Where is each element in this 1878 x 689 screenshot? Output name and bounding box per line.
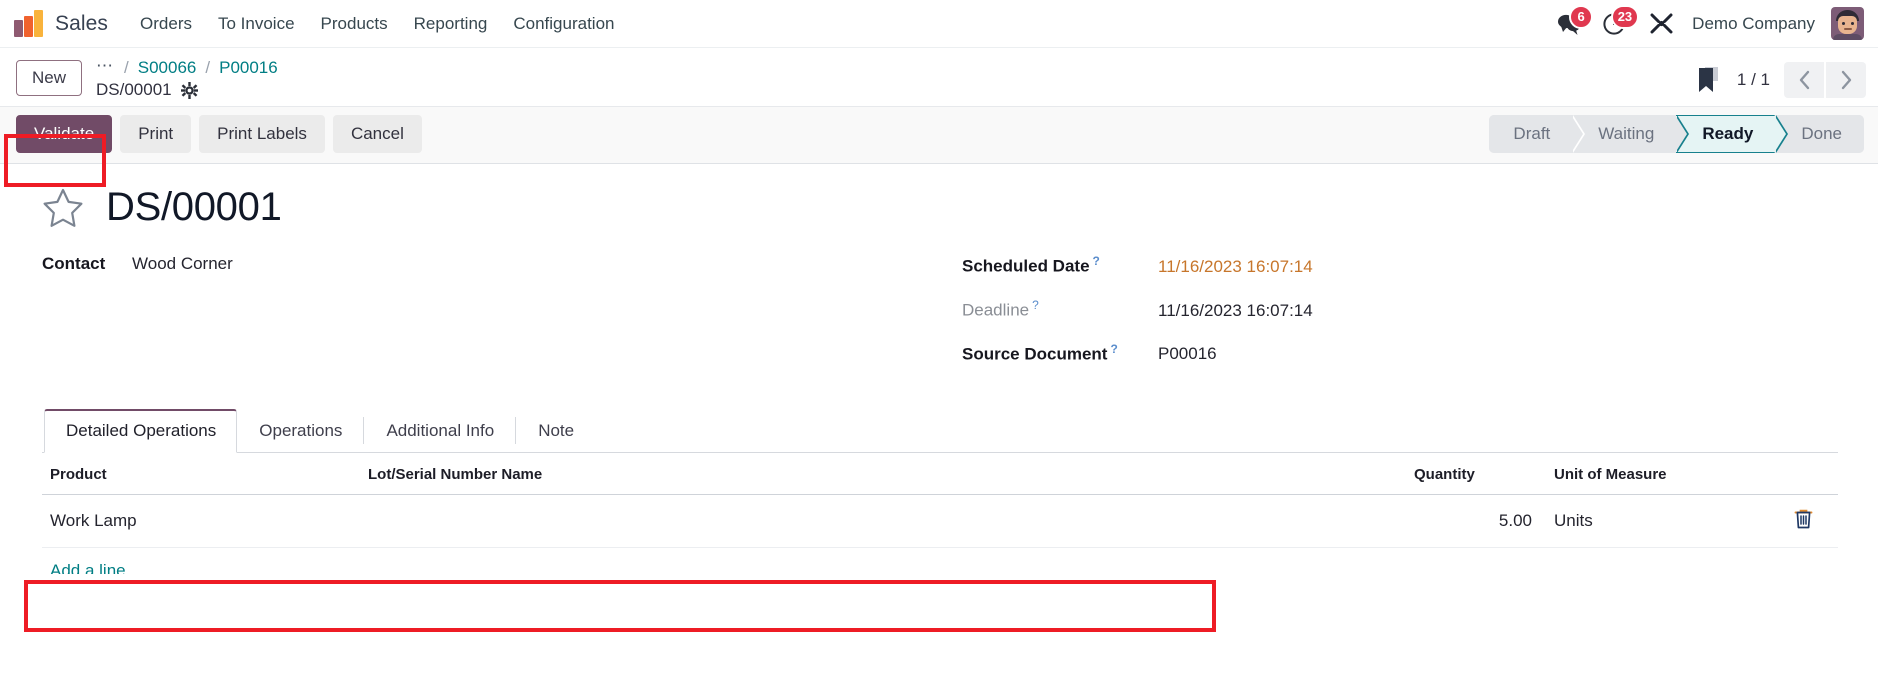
help-icon-deadline[interactable]: ? [1032,298,1039,312]
column-header-actions [1768,453,1838,496]
help-icon-scheduled-date[interactable]: ? [1093,254,1100,268]
notebook: Detailed Operations Operations Additiona… [42,409,1838,454]
nav-item-configuration[interactable]: Configuration [503,8,624,40]
detailed-operations-list: Product Lot/Serial Number Name Quantity … [0,453,1878,574]
field-source-document: Source Document? P00016 [962,342,1838,365]
field-contact-label: Contact [42,254,106,274]
annotation-box-operation-row [24,580,1216,632]
user-avatar[interactable] [1831,7,1864,40]
company-switcher[interactable]: Demo Company [1692,14,1815,34]
nav-item-products[interactable]: Products [311,8,398,40]
field-deadline: Deadline? 11/16/2023 16:07:14 [962,298,1838,321]
nav-item-to-invoice[interactable]: To Invoice [208,8,305,40]
pager-next-button[interactable] [1826,62,1866,98]
chevron-right-icon [1841,70,1851,90]
field-deadline-value[interactable]: 11/16/2023 16:07:14 [1158,301,1313,321]
tab-detailed-operations[interactable]: Detailed Operations [44,409,238,454]
chevron-left-icon [1799,70,1809,90]
status-step-done[interactable]: Done [1775,115,1864,154]
column-header-quantity[interactable]: Quantity [1408,453,1538,496]
field-contact: Contact Wood Corner [42,254,962,274]
column-header-lot-serial[interactable]: Lot/Serial Number Name [362,453,1408,496]
activities-badge-count: 23 [1610,4,1640,29]
validate-button[interactable]: Validate [16,115,113,154]
column-header-product[interactable]: Product [42,453,362,496]
pager-value[interactable]: 1 / 1 [1737,70,1770,90]
pager-buttons [1784,62,1866,98]
field-scheduled-date-label: Scheduled Date? [962,254,1100,277]
print-labels-button[interactable]: Print Labels [199,115,325,154]
field-deadline-label: Deadline? [962,298,1039,320]
new-button[interactable]: New [16,60,83,96]
breadcrumb-item-s00066[interactable]: S00066 [138,58,197,78]
field-contact-value[interactable]: Wood Corner [132,254,233,274]
help-icon-source-document[interactable]: ? [1110,342,1117,356]
nav-item-orders[interactable]: Orders [130,8,202,40]
pager-previous-button[interactable] [1784,62,1824,98]
breadcrumb-current-record: DS/00001 [96,80,172,99]
action-button-bar: Validate Print Print Labels Cancel Draft… [0,106,1878,165]
messages-button[interactable]: 6 [1554,4,1594,39]
tab-additional-info[interactable]: Additional Info [364,409,515,453]
odoo-bars-logo[interactable] [14,10,43,37]
messages-badge-count: 6 [1569,4,1594,29]
breadcrumb-overflow-icon[interactable]: ⋯ [96,57,115,74]
add-a-line-button[interactable]: Add a line [42,548,132,574]
form-column-left: Contact Wood Corner [42,254,962,385]
debug-menu-button[interactable] [1646,9,1676,39]
cancel-button[interactable]: Cancel [332,115,422,154]
page-title: DS/00001 [106,185,282,230]
tab-note[interactable]: Note [516,409,595,453]
breadcrumb: ⋯ / S00066 / P00016 DS/00001 [96,56,278,100]
field-scheduled-date-value[interactable]: 11/16/2023 16:07:14 [1158,257,1313,277]
status-step-draft[interactable]: Draft [1489,115,1586,154]
field-source-document-label: Source Document? [962,341,1118,364]
cell-delete [1768,494,1838,549]
nav-item-reporting[interactable]: Reporting [404,8,498,40]
tab-operations[interactable]: Operations [237,409,363,453]
navbar-right-tools: 6 23 Demo Company [1554,4,1866,40]
control-panel-breadcrumb: New ⋯ / S00066 / P00016 DS/00001 1 / 1 [0,48,1878,106]
form-fields: Contact Wood Corner Scheduled Date? 11/1… [42,254,1838,385]
column-header-unit-of-measure[interactable]: Unit of Measure [1538,453,1768,496]
wrench-tools-icon [1650,13,1673,34]
status-step-waiting[interactable]: Waiting [1572,115,1690,154]
field-scheduled-date: Scheduled Date? 11/16/2023 16:07:14 [962,254,1838,277]
form-sheet: DS/00001 Contact Wood Corner Scheduled D… [0,164,1878,575]
status-bar: Draft Waiting Ready Done [1489,115,1864,154]
cell-lot-serial[interactable] [362,494,1408,549]
print-button[interactable]: Print [120,115,192,154]
cell-quantity[interactable]: 5.00 [1408,494,1538,549]
top-navbar: Sales Orders To Invoice Products Reporti… [0,0,1878,48]
operations-table: Product Lot/Serial Number Name Quantity … [42,453,1838,549]
control-panel-right: 1 / 1 [1696,56,1866,98]
field-source-document-value[interactable]: P00016 [1158,344,1217,364]
app-brand-name[interactable]: Sales [55,12,108,36]
cell-unit-of-measure[interactable]: Units [1538,494,1768,549]
table-header-row: Product Lot/Serial Number Name Quantity … [42,453,1838,496]
breadcrumb-item-p00016[interactable]: P00016 [219,58,278,78]
star-outline-icon[interactable] [42,187,84,228]
breadcrumb-separator-2: / [205,58,211,77]
activities-button[interactable]: 23 [1600,4,1640,39]
status-step-ready[interactable]: Ready [1676,115,1789,154]
gear-icon[interactable] [180,81,198,99]
breadcrumb-separator-1: / [124,58,129,77]
table-row[interactable]: Work Lamp 5.00 Units [42,494,1838,549]
record-title-row: DS/00001 [42,186,1838,228]
trash-icon[interactable] [1794,508,1813,529]
form-column-right: Scheduled Date? 11/16/2023 16:07:14 Dead… [962,254,1838,385]
notebook-tabs: Detailed Operations Operations Additiona… [42,409,1838,454]
bookmark-icon[interactable] [1696,65,1723,95]
cell-product[interactable]: Work Lamp [42,494,362,549]
